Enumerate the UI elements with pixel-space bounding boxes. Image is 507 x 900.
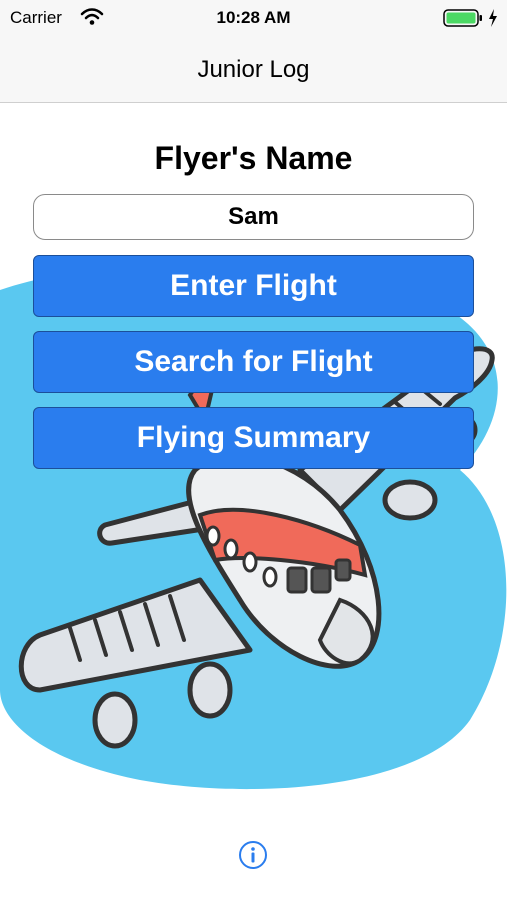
flying-summary-button[interactable]: Flying Summary <box>33 407 474 469</box>
battery-icon <box>443 9 482 27</box>
page-title: Junior Log <box>197 56 310 83</box>
flyer-name-label: Flyer's Name <box>154 140 353 176</box>
flyer-name-input[interactable] <box>33 194 474 240</box>
app-screen: Carrier 10:28 AM Junior Log Flyer's Name… <box>0 0 507 900</box>
search-flight-button[interactable]: Search for Flight <box>33 331 474 393</box>
charging-icon <box>489 9 497 27</box>
enter-flight-button[interactable]: Enter Flight <box>33 255 474 317</box>
status-time: 10:28 AM <box>216 8 291 27</box>
navigation-bar: Junior Log <box>0 36 507 103</box>
status-bar: Carrier 10:28 AM <box>0 0 507 36</box>
info-icon[interactable] <box>238 840 268 870</box>
